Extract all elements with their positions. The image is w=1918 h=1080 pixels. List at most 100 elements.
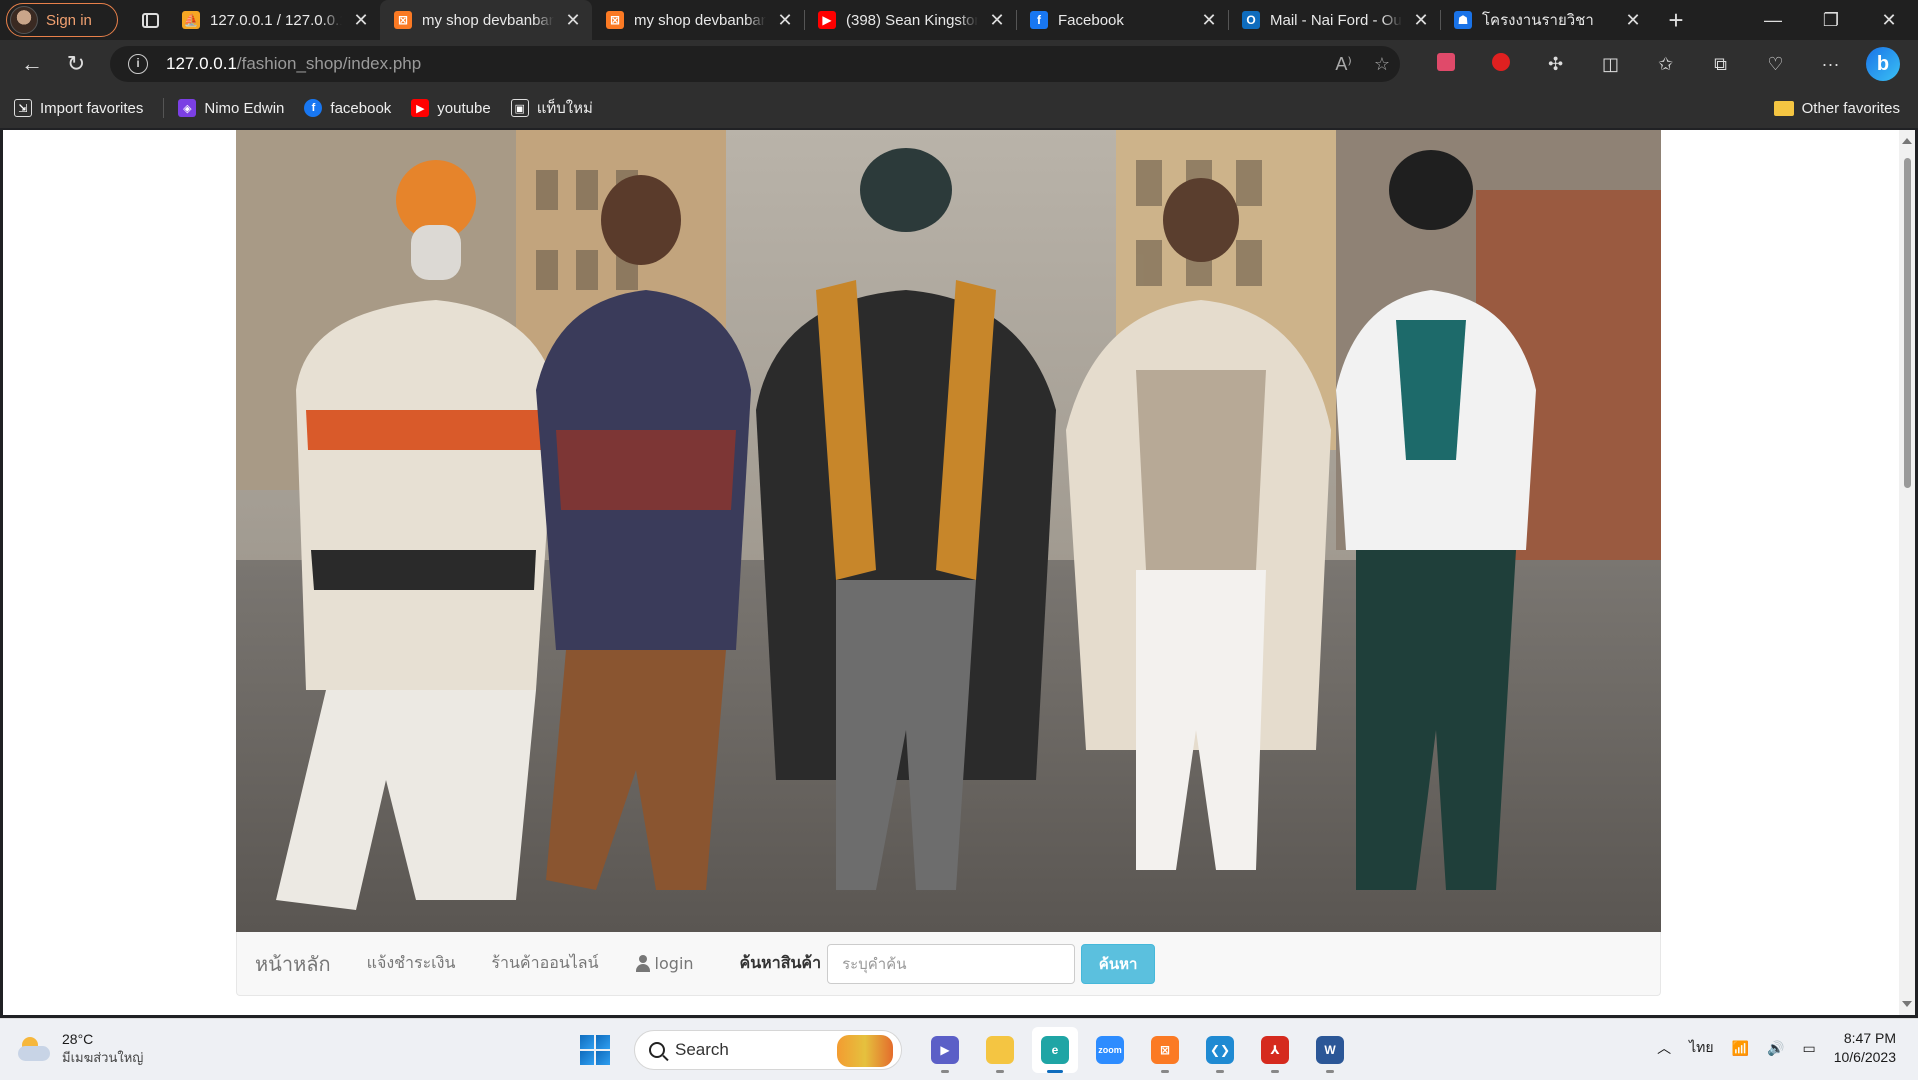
copilot-icon[interactable]: b	[1866, 47, 1900, 81]
taskbar-app-edge[interactable]: e	[1032, 1027, 1078, 1073]
tab-close-icon[interactable]: ✕	[1200, 10, 1218, 31]
profile-label: Sign in	[46, 11, 92, 29]
hero-image	[236, 130, 1661, 932]
favorite-item[interactable]: ▶ youtube	[411, 99, 491, 117]
edge-icon: e	[1041, 1036, 1069, 1064]
tab-actions-icon[interactable]	[132, 2, 168, 38]
favorite-item[interactable]: ◈ Nimo Edwin	[178, 99, 284, 117]
favorite-star-icon[interactable]: ☆	[1374, 54, 1390, 75]
search-highlight-icon	[837, 1035, 893, 1067]
favorite-item[interactable]: ▣ แท็บใหม่	[510, 96, 593, 120]
taskbar-app-file-explorer[interactable]	[977, 1027, 1023, 1073]
search-button[interactable]: ค้นหา	[1081, 943, 1156, 984]
import-icon: ⇲	[14, 99, 32, 117]
back-icon[interactable]: ←	[10, 46, 54, 82]
profile-button[interactable]: Sign in	[6, 3, 118, 37]
tab-close-icon[interactable]: ✕	[564, 10, 582, 31]
weather-desc: มีเมฆส่วนใหญ่	[62, 1050, 144, 1065]
extension-adblock-icon[interactable]	[1473, 52, 1528, 76]
favorite-label: youtube	[437, 99, 491, 117]
site-info-icon[interactable]: i	[128, 54, 148, 74]
tab-title: โครงงานรายวิชา	[1482, 12, 1594, 29]
minimize-icon[interactable]: —	[1744, 10, 1802, 31]
nav-home-link[interactable]: หน้าหลัก	[255, 948, 331, 980]
nav-login-link[interactable]: login	[635, 954, 694, 973]
nav-payment-link[interactable]: แจ้งชำระเงิน	[367, 951, 456, 976]
refresh-icon[interactable]: ↻	[54, 46, 98, 82]
collections-icon[interactable]: ⧉	[1693, 54, 1748, 75]
tab-1[interactable]: ⊠ my shop devbanban ✕	[380, 0, 592, 40]
phpmyadmin-icon: ⛵	[182, 11, 200, 29]
favorites-separator	[163, 98, 165, 118]
xampp-icon: ⊠	[1151, 1036, 1179, 1064]
taskbar-app-vscode[interactable]: ❮❯	[1197, 1027, 1243, 1073]
tab-title: Mail - Nai Ford - Outlook	[1270, 11, 1402, 29]
taskbar-app-xampp[interactable]: ⊠	[1142, 1027, 1188, 1073]
tab-title: my shop devbanban	[422, 11, 554, 29]
tab-close-icon[interactable]: ✕	[988, 10, 1006, 31]
taskbar-app-word[interactable]: W	[1307, 1027, 1353, 1073]
tab-0[interactable]: ⛵ 127.0.0.1 / 127.0.0.1 / fashion_shop ✕	[168, 0, 380, 40]
tab-6[interactable]: ☗ โครงงานรายวิชา ✕	[1440, 0, 1652, 40]
tab-close-icon[interactable]: ✕	[1624, 10, 1642, 31]
taskbar-search[interactable]: Search	[634, 1030, 902, 1070]
tab-5[interactable]: O Mail - Nai Ford - Outlook ✕	[1228, 0, 1440, 40]
other-favorites[interactable]: Other favorites	[1773, 100, 1900, 117]
facebook-icon: f	[304, 99, 323, 117]
scrollbar-thumb[interactable]	[1904, 158, 1911, 488]
read-aloud-icon[interactable]: A⁾	[1335, 54, 1351, 75]
tab-close-icon[interactable]: ✕	[776, 10, 794, 31]
browser-essentials-icon[interactable]: ♡	[1748, 54, 1803, 75]
youtube-icon: ▶	[411, 99, 430, 117]
tab-title: my shop devbanban	[634, 11, 766, 29]
zoom-icon: zoom	[1096, 1036, 1124, 1064]
url-text[interactable]: 127.0.0.1/fashion_shop/index.php	[166, 54, 421, 74]
tab-4[interactable]: f Facebook ✕	[1016, 0, 1228, 40]
volume-icon[interactable]: 🔊	[1767, 1040, 1784, 1057]
page-viewport: หน้าหลัก แจ้งชำระเงิน ร้านค้าออนไลน์ log…	[3, 130, 1915, 1015]
windows-start-icon[interactable]	[580, 1035, 610, 1065]
extensions: ✣ ◫ ✩ ⧉ ♡ ···	[1418, 52, 1858, 76]
file-explorer-icon	[986, 1036, 1014, 1064]
weather-temp: 28°C	[62, 1031, 94, 1047]
favorites-icon[interactable]: ✩	[1638, 54, 1693, 75]
pinned-apps: ▶ e zoom ⊠ ❮❯ ⅄ W	[922, 1027, 1353, 1073]
toolbar: ← ↻ i 127.0.0.1/fashion_shop/index.php A…	[0, 40, 1918, 88]
nav-shop-link[interactable]: ร้านค้าออนไลน์	[491, 951, 598, 976]
product-search-input[interactable]	[827, 943, 1076, 984]
battery-icon[interactable]: ▭	[1802, 1040, 1815, 1057]
clock[interactable]: 8:47 PM 10/6/2023	[1834, 1029, 1896, 1067]
close-window-icon[interactable]: ✕	[1860, 10, 1918, 31]
vscode-icon: ❮❯	[1206, 1036, 1234, 1064]
tab-close-icon[interactable]: ✕	[352, 10, 370, 31]
wifi-icon[interactable]: 📶	[1732, 1040, 1749, 1057]
extension-screenshot-icon[interactable]	[1418, 52, 1473, 76]
new-tab-button[interactable]: +	[1656, 5, 1696, 36]
tab-2[interactable]: ⊠ my shop devbanban ✕	[592, 0, 804, 40]
site-navbar: หน้าหลัก แจ้งชำระเงิน ร้านค้าออนไลน์ log…	[236, 932, 1661, 996]
split-screen-icon[interactable]: ◫	[1583, 54, 1638, 75]
restore-icon[interactable]: ❐	[1802, 10, 1860, 31]
favorite-item[interactable]: f facebook	[304, 99, 391, 117]
scroll-down-icon[interactable]	[1902, 1001, 1912, 1007]
input-language[interactable]: ไทย	[1689, 1037, 1713, 1059]
weather-widget[interactable]: 28°C มีเมฆส่วนใหญ่	[18, 1031, 143, 1068]
taskbar-app-acrobat[interactable]: ⅄	[1252, 1027, 1298, 1073]
show-hidden-icons[interactable]: ︿	[1657, 1038, 1671, 1058]
page-scrollbar[interactable]	[1899, 130, 1915, 1015]
address-bar[interactable]: i 127.0.0.1/fashion_shop/index.php A⁾ ☆	[110, 46, 1400, 82]
tab-close-icon[interactable]: ✕	[1412, 10, 1430, 31]
more-menu-icon[interactable]: ···	[1803, 54, 1858, 75]
scroll-up-icon[interactable]	[1902, 138, 1912, 144]
login-label: login	[654, 954, 694, 973]
clock-date: 10/6/2023	[1833, 1049, 1896, 1065]
favorite-item[interactable]: ⇲ Import favorites	[14, 99, 143, 117]
tab-3[interactable]: ▶ (398) Sean Kingston - Beautiful Girls ✕	[804, 0, 1016, 40]
tab-title: 127.0.0.1 / 127.0.0.1 / fashion_shop	[210, 11, 342, 29]
classroom-icon: ☗	[1454, 11, 1472, 29]
taskbar-app-zoom[interactable]: zoom	[1087, 1027, 1133, 1073]
taskbar-app-meet[interactable]: ▶	[922, 1027, 968, 1073]
extensions-puzzle-icon[interactable]: ✣	[1528, 54, 1583, 75]
favorites-bar: ⇲ Import favorites ◈ Nimo Edwin f facebook ▶ yo…	[0, 88, 1918, 128]
user-icon	[635, 955, 651, 972]
